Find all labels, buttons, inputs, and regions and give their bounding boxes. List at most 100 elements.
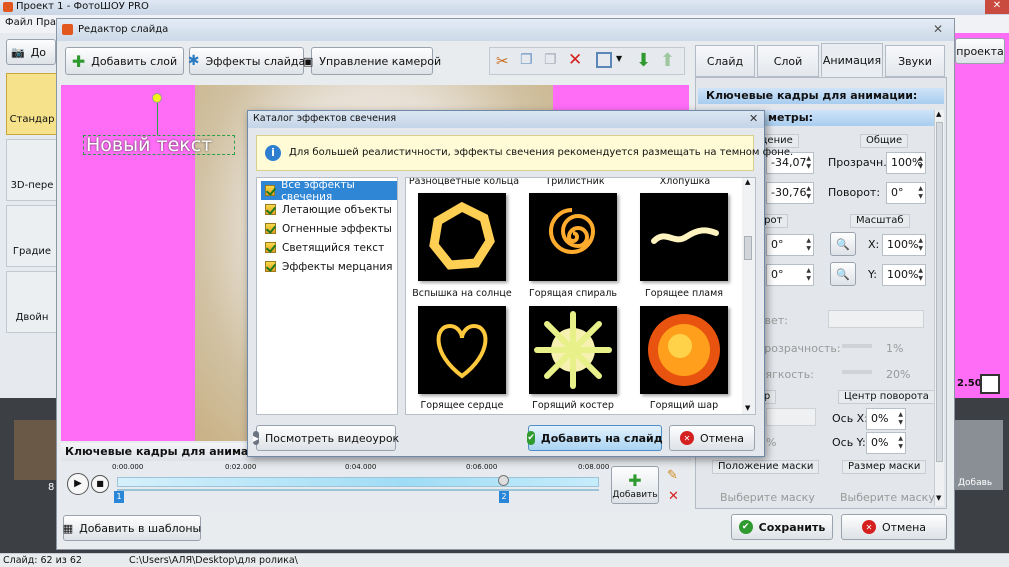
rotate-handle[interactable] xyxy=(152,93,162,103)
mask-pos-button[interactable]: Выберите маску xyxy=(720,491,815,504)
scroll-down-icon[interactable]: ▼ xyxy=(745,404,750,412)
save-button[interactable]: ✔ Сохранить xyxy=(731,514,833,540)
chevron-down-icon[interactable]: ▼ xyxy=(616,54,622,63)
dialog-cancel-button[interactable]: ✕ Отмена xyxy=(669,425,755,451)
transparency-field[interactable]: 100% ▲ ▼ xyxy=(886,152,926,174)
scale-x-field[interactable]: 100% ▲ ▼ xyxy=(882,234,926,256)
top-caption-3: Хлопушка xyxy=(659,177,711,187)
effect-spiral[interactable] xyxy=(529,193,617,281)
scroll-up-icon[interactable]: ▲ xyxy=(936,110,941,118)
rotation-field[interactable]: 0° ▲ ▼ xyxy=(886,182,926,204)
menu-file[interactable]: Файл xyxy=(5,17,33,28)
delete-keyframe-icon[interactable]: ✕ xyxy=(668,489,679,504)
bg-thumbnail xyxy=(14,420,56,480)
tab-sounds[interactable]: Звуки xyxy=(885,45,945,77)
keyframe-marker-1[interactable]: 1 xyxy=(114,491,124,503)
axis-y-label: Ось Y: xyxy=(832,436,866,449)
scroll-up-icon[interactable]: ▲ xyxy=(745,178,750,186)
info-banner: i Для большей реалистичности, эффекты св… xyxy=(256,135,793,171)
tick-0: 0:00.000 xyxy=(112,463,144,471)
scroll-thumb[interactable] xyxy=(936,122,943,462)
home-button[interactable]: 📷 До xyxy=(6,39,56,65)
editor-icon xyxy=(62,24,73,35)
tick-4: 0:08.000 xyxy=(578,463,610,471)
tab-slide[interactable]: Слайд xyxy=(695,45,755,77)
grid-scrollbar[interactable]: ▲ ▼ xyxy=(742,178,755,414)
bg-right-label: Добавь xyxy=(958,478,993,488)
rotate-handle-line xyxy=(157,103,158,135)
cancel-button[interactable]: ✕ Отмена xyxy=(841,514,947,540)
effect-heart[interactable] xyxy=(418,306,506,394)
category-all[interactable]: Все эффекты свечения xyxy=(261,179,397,203)
add-to-slide-button[interactable]: ✔ Добавить на слайд xyxy=(527,425,663,451)
checkbox-icon xyxy=(265,261,276,272)
axis-x-field[interactable]: 0% ▲ ▼ xyxy=(866,408,906,430)
category-flying[interactable]: Летающие объекты xyxy=(261,200,397,219)
rotation-label: Поворот: xyxy=(828,186,881,199)
tile-gradient[interactable]: Градие xyxy=(6,205,58,267)
panel-scrollbar[interactable]: ▲ ▼ xyxy=(934,110,944,506)
project-button[interactable]: проекта xyxy=(955,38,1005,64)
delete-icon[interactable]: ✕ xyxy=(568,50,582,70)
close-icon[interactable]: ✕ xyxy=(985,0,1009,14)
move-down-icon[interactable]: ⬇ xyxy=(636,50,651,71)
move-up-icon[interactable]: ⬆ xyxy=(660,50,675,71)
scroll-down-icon[interactable]: ▼ xyxy=(936,494,941,502)
add-to-templates-button[interactable]: ▦ Добавить в шаблоны xyxy=(63,515,201,541)
effect-sun-flash[interactable] xyxy=(418,193,506,281)
editor-titlebar: Редактор слайда ✕ xyxy=(57,19,954,41)
tile-standard[interactable]: Стандар xyxy=(6,73,58,135)
timeline-area: ▶ ■ 0:00.000 0:02.000 0:04.000 0:06.000 … xyxy=(61,461,691,511)
close-icon[interactable]: ✕ xyxy=(749,112,758,125)
tab-layer[interactable]: Слой xyxy=(757,45,819,77)
editor-title: Редактор слайда xyxy=(78,24,169,35)
text-layer[interactable]: Новый текст xyxy=(83,134,235,156)
close-icon[interactable]: ✕ xyxy=(933,22,943,36)
add-keyframe-button[interactable]: ✚ Добавить xyxy=(611,466,659,504)
opacity-slider[interactable] xyxy=(842,344,872,348)
fit-icon[interactable] xyxy=(596,52,612,68)
copy-icon[interactable]: ❐ xyxy=(520,52,533,68)
effect-ball[interactable] xyxy=(640,306,728,394)
r-field[interactable] xyxy=(766,408,816,426)
mask-size-button[interactable]: Выберите маску xyxy=(840,491,935,504)
tile-3d[interactable]: 3D-пере xyxy=(6,139,58,201)
menu-edit[interactable]: Пра xyxy=(36,17,56,28)
slide-effects-button[interactable]: ✱ Эффекты слайда xyxy=(188,47,305,75)
rot1-field[interactable]: 0° ▲ ▼ xyxy=(766,234,814,256)
pencil-icon[interactable]: ✎ xyxy=(667,468,678,483)
timeline-track[interactable] xyxy=(117,477,599,487)
rot2-field[interactable]: 0° ▲ ▼ xyxy=(766,264,814,286)
tile-double[interactable]: Двойн xyxy=(6,271,58,333)
zoom-x-button[interactable]: 🔍 xyxy=(830,232,856,256)
softness-slider[interactable] xyxy=(842,370,872,374)
effect-flame[interactable] xyxy=(640,193,728,281)
canvas-text: Новый текст xyxy=(86,134,213,156)
pos-y-field[interactable]: -30,76 ▲ ▼ xyxy=(766,182,814,204)
stop-button[interactable]: ■ xyxy=(91,475,109,493)
scissors-icon[interactable]: ✂ xyxy=(496,52,509,70)
play-button[interactable]: ▶ xyxy=(67,473,89,495)
category-flicker[interactable]: Эффекты мерцания xyxy=(261,257,397,276)
axis-y-field[interactable]: 0% ▲ ▼ xyxy=(866,432,906,454)
keyframe-marker-2[interactable]: 2 xyxy=(499,491,509,503)
effect-bonfire[interactable] xyxy=(529,306,617,394)
paste-icon[interactable]: ❐ xyxy=(544,52,557,68)
add-layer-button[interactable]: ✚ Добавить слой xyxy=(65,47,184,75)
fullscreen-icon[interactable] xyxy=(980,374,1000,394)
category-glowing-text[interactable]: Светящийся текст xyxy=(261,238,397,257)
plus-icon: ✚ xyxy=(628,470,642,490)
tab-animation[interactable]: Анимация xyxy=(821,43,883,77)
camera-control-button[interactable]: ▣ Управление камерой xyxy=(303,47,441,75)
scale-y-field[interactable]: 100% ▲ ▼ xyxy=(882,264,926,286)
bg-thumb-number: 8 xyxy=(48,482,55,493)
category-fire[interactable]: Огненные эффекты xyxy=(261,219,397,238)
scroll-thumb[interactable] xyxy=(744,236,752,260)
bg-preview xyxy=(955,33,1009,398)
zoom-y-button[interactable]: 🔍 xyxy=(830,262,856,286)
ball-thumb xyxy=(648,314,720,386)
playhead[interactable] xyxy=(498,475,509,486)
color-field[interactable] xyxy=(828,310,924,328)
template-icon: ▦ xyxy=(62,521,74,535)
watch-video-button[interactable]: ▶ Посмотреть видеоурок xyxy=(252,425,399,451)
